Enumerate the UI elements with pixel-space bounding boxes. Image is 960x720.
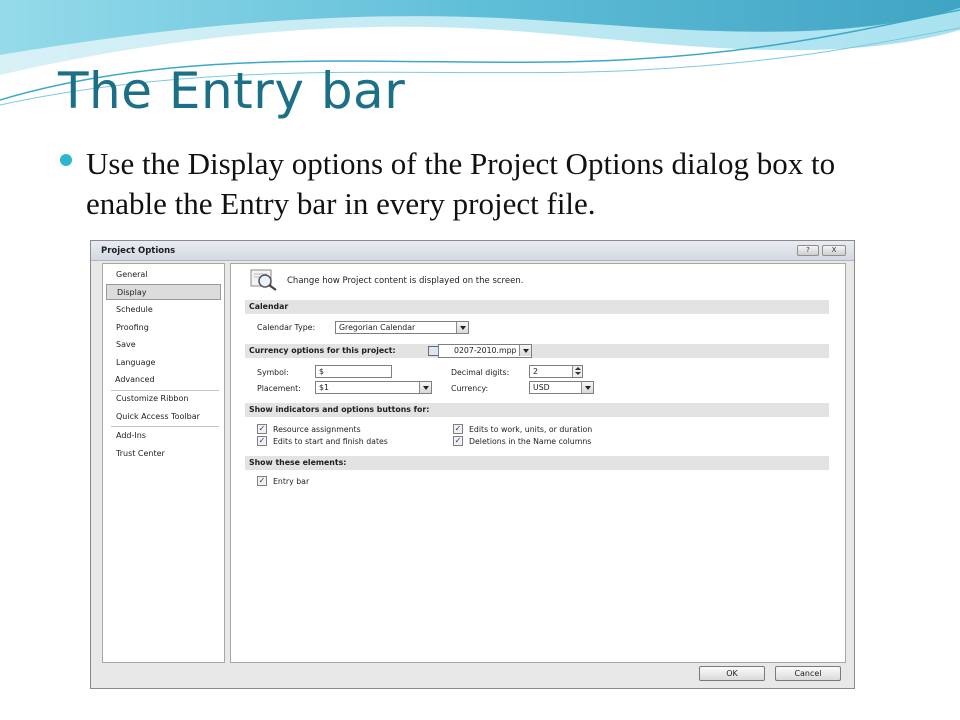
dialog-titlebar: Project Options ? X: [91, 241, 854, 261]
resource-assignments-checkbox[interactable]: ✓: [257, 424, 267, 434]
decimal-digits-value: 2: [533, 367, 538, 376]
resource-assignments-label: Resource assignments: [273, 425, 361, 434]
cancel-button[interactable]: Cancel: [775, 666, 841, 681]
chevron-down-icon: [419, 382, 431, 393]
nav-item-quick-access-toolbar[interactable]: Quick Access Toolbar: [106, 409, 221, 425]
entry-bar-label: Entry bar: [273, 477, 310, 486]
placement-select[interactable]: $1: [315, 381, 432, 394]
dialog-title: Project Options: [101, 246, 176, 256]
options-nav: General Display Schedule Proofing Save L…: [102, 263, 225, 663]
chevron-down-icon: [519, 345, 531, 356]
project-options-dialog: Project Options ? X General Display Sche…: [90, 240, 855, 689]
nav-item-save[interactable]: Save: [106, 337, 221, 353]
bullet-dot-icon: [60, 154, 72, 166]
nav-item-language[interactable]: Language: [106, 355, 221, 371]
edits-start-finish-checkbox[interactable]: ✓: [257, 436, 267, 446]
help-button[interactable]: ?: [797, 245, 819, 256]
calendar-type-select[interactable]: Gregorian Calendar: [335, 321, 469, 334]
edits-work-units-duration-label: Edits to work, units, or duration: [469, 425, 593, 434]
currency-value: USD: [533, 383, 550, 392]
nav-item-customize-ribbon[interactable]: Customize Ribbon: [106, 391, 221, 407]
currency-label: Currency:: [451, 384, 489, 393]
currency-project-value: 0207-2010.mpp: [454, 346, 517, 355]
nav-item-advanced[interactable]: Advanced: [106, 372, 221, 388]
currency-header-text: Currency options for this project:: [249, 346, 396, 355]
placement-label: Placement:: [257, 384, 301, 393]
calendar-type-label: Calendar Type:: [257, 323, 316, 332]
nav-item-proofing[interactable]: Proofing: [106, 320, 221, 336]
entry-bar-checkbox[interactable]: ✓: [257, 476, 267, 486]
deletions-name-columns-checkbox[interactable]: ✓: [453, 436, 463, 446]
deletions-name-columns-label: Deletions in the Name columns: [469, 437, 592, 446]
close-button[interactable]: X: [822, 245, 846, 256]
nav-separator: [111, 426, 219, 427]
display-options-panel: Change how Project content is displayed …: [230, 263, 846, 663]
symbol-label: Symbol:: [257, 368, 289, 377]
magnifier-display-icon: [250, 269, 277, 291]
decimal-digits-spinner[interactable]: 2: [529, 365, 583, 378]
section-header-indicators: Show indicators and options buttons for:: [245, 403, 829, 417]
spinner-arrows-icon[interactable]: [572, 366, 582, 377]
chevron-down-icon: [456, 322, 468, 333]
edits-work-units-duration-checkbox[interactable]: ✓: [453, 424, 463, 434]
nav-item-general[interactable]: General: [106, 267, 221, 283]
slide-bullet-text: Use the Display options of the Project O…: [86, 146, 836, 221]
currency-select[interactable]: USD: [529, 381, 594, 394]
calendar-type-value: Gregorian Calendar: [339, 323, 416, 332]
section-header-calendar: Calendar: [245, 300, 829, 314]
section-header-elements: Show these elements:: [245, 456, 829, 470]
nav-item-display[interactable]: Display: [106, 284, 221, 300]
placement-value: $1: [319, 383, 329, 392]
ok-button[interactable]: OK: [699, 666, 765, 681]
slide-title: The Entry bar: [58, 62, 406, 120]
nav-item-schedule[interactable]: Schedule: [106, 302, 221, 318]
intro-text: Change how Project content is displayed …: [287, 276, 524, 286]
nav-item-trust-center[interactable]: Trust Center: [106, 446, 221, 462]
currency-project-select[interactable]: 0207-2010.mpp: [438, 344, 532, 358]
section-header-currency: Currency options for this project:: [245, 344, 829, 358]
edits-start-finish-label: Edits to start and finish dates: [273, 437, 388, 446]
symbol-input[interactable]: $: [315, 365, 392, 378]
decimal-digits-label: Decimal digits:: [451, 368, 510, 377]
chevron-down-icon: [581, 382, 593, 393]
nav-item-add-ins[interactable]: Add-Ins: [106, 428, 221, 444]
